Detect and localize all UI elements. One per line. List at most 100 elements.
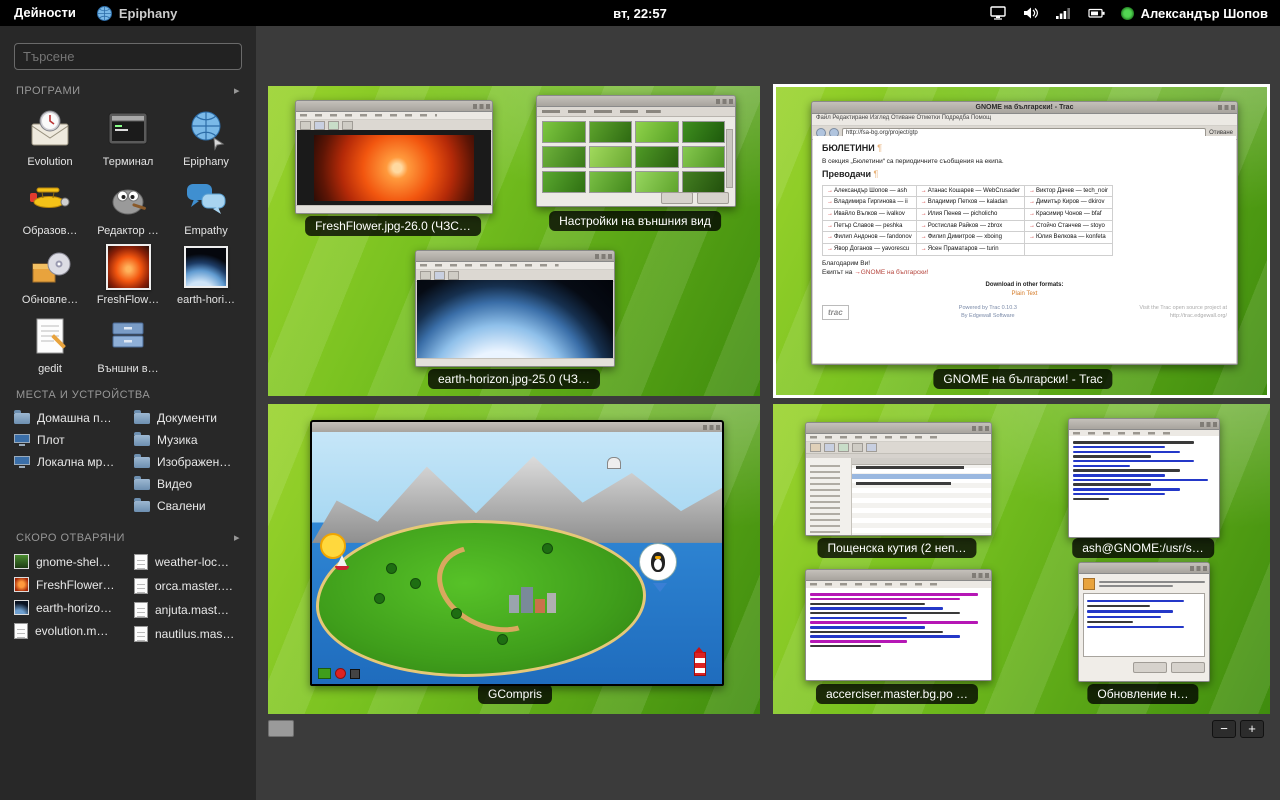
recent-weather-loc[interactable]: weather-loc… (132, 550, 244, 574)
plain-text-link[interactable]: Plain Text (822, 290, 1227, 299)
toolbar-button-icon (342, 121, 353, 130)
gedit-icon (25, 312, 75, 360)
dialog-button[interactable] (1133, 662, 1167, 673)
recent-freshflower[interactable]: FreshFlower… (12, 573, 124, 596)
text-file-icon (134, 602, 148, 618)
place-documents[interactable]: Документи (132, 407, 244, 429)
toolbar-button-icon (852, 443, 863, 452)
app-external-volumes[interactable]: Външни в… (90, 312, 166, 375)
battery-icon[interactable] (1088, 5, 1106, 22)
settings-tabs (537, 107, 735, 117)
control-button-icon[interactable] (350, 669, 360, 679)
folder-pane (806, 458, 852, 535)
place-downloads[interactable]: Свалени (132, 495, 244, 517)
workspace-1[interactable]: FreshFlower.jpg-26.0 (ЧЗС… (268, 86, 760, 396)
recent-label: weather-loc… (155, 555, 229, 569)
window-earth-horizon[interactable] (415, 250, 615, 367)
go-button[interactable]: Отиване (1209, 130, 1233, 136)
workspace-2[interactable]: GNOME на български! - Trac Файл Редактир… (773, 84, 1270, 398)
window-label: Обновление н… (1087, 684, 1198, 704)
visit-link[interactable]: Visit the Trac open source project at ht… (1127, 305, 1227, 321)
toolbar-button-icon (810, 443, 821, 452)
add-workspace-button[interactable]: + (1240, 720, 1264, 738)
place-label: Документи (157, 411, 217, 425)
translator-cell: Виктор Дачев — tech_noir (1025, 185, 1113, 197)
app-earth-horizon-image[interactable]: earth-hori… (168, 243, 244, 306)
control-button-icon[interactable] (318, 668, 331, 679)
place-desktop[interactable]: Плот (12, 429, 124, 451)
window-label: accerciser.master.bg.po … (816, 684, 978, 704)
dialog-buttons (537, 192, 735, 204)
local-network-icon (14, 456, 30, 468)
app-software-update[interactable]: Обновле… (12, 243, 88, 306)
recent-earth-horizon[interactable]: earth-horizo… (12, 596, 124, 619)
workspace-4[interactable]: Пощенска кутия (2 неп… ash@GNOME:/usr/s… (773, 404, 1270, 714)
search-input[interactable] (14, 43, 242, 70)
place-music[interactable]: Музика (132, 429, 244, 451)
recent-gnome-shell[interactable]: gnome-shel… (12, 550, 124, 573)
updates-list[interactable] (1083, 593, 1205, 657)
place-videos[interactable]: Видео (132, 473, 244, 495)
music-folder-icon (134, 435, 150, 446)
window-po-editor[interactable] (805, 569, 992, 681)
empathy-icon (181, 174, 231, 222)
recent-expander-icon[interactable]: ▸ (234, 531, 240, 544)
network-signal-icon[interactable] (1055, 5, 1073, 22)
workspace-3[interactable]: GCompris (268, 404, 760, 714)
page-footer: trac Powered by Trac 0.10.3 By Edgewall … (822, 305, 1227, 321)
tux-badge[interactable] (639, 543, 677, 581)
place-local-network[interactable]: Локална мр… (12, 451, 124, 473)
epiphany-app-icon (96, 5, 113, 22)
app-evolution[interactable]: Evolution (12, 105, 88, 168)
window-gcompris[interactable] (310, 420, 724, 686)
place-pictures[interactable]: Изображен… (132, 451, 244, 473)
focused-app-menu[interactable]: Epiphany (96, 5, 178, 22)
dialog-button[interactable] (661, 192, 693, 204)
window-menubar (806, 434, 991, 442)
window-appearance-settings[interactable] (536, 95, 736, 207)
app-freshflower-image[interactable]: FreshFlow… (90, 243, 166, 306)
toolbar-button-icon (448, 271, 459, 280)
places-header-label: МЕСТА И УСТРОЙСТВА (16, 389, 150, 401)
image-file-icon (14, 554, 29, 569)
app-terminal[interactable]: Терминал (90, 105, 166, 168)
home-folder-icon (14, 413, 30, 424)
window-freshflower[interactable] (295, 100, 493, 214)
app-label: FreshFlow… (97, 294, 159, 306)
recent-nautilus-master[interactable]: nautilus.mas… (132, 622, 244, 646)
sailboat-graphic (337, 555, 347, 566)
remove-workspace-button[interactable]: − (1212, 720, 1236, 738)
clock[interactable]: вт, 22:57 (613, 6, 667, 21)
scrollbar[interactable] (726, 129, 733, 188)
app-gcompris[interactable]: Образов… (12, 174, 88, 237)
volume-icon[interactable] (1022, 5, 1040, 22)
window-trac-browser[interactable]: GNOME на български! - Trac Файл Редактир… (811, 101, 1238, 365)
gnome-bg-link[interactable]: GNOME на български! (854, 269, 928, 276)
window-update-manager[interactable] (1078, 562, 1210, 682)
window-titlebar (296, 101, 492, 112)
app-gedit[interactable]: gedit (12, 312, 88, 375)
app-epiphany[interactable]: Epiphany (168, 105, 244, 168)
control-button-icon[interactable] (335, 668, 346, 679)
app-empathy[interactable]: Empathy (168, 174, 244, 237)
recent-evolution[interactable]: evolution.m… (12, 619, 124, 643)
window-terminal[interactable] (1068, 418, 1220, 538)
external-volumes-icon (103, 312, 153, 360)
user-menu[interactable]: Александър Шопов (1121, 6, 1268, 21)
programs-expander-icon[interactable]: ▸ (234, 84, 240, 97)
app-gimp[interactable]: Редактор … (90, 174, 166, 237)
desktop-icon (14, 434, 30, 446)
workspace-switcher-thumb[interactable] (268, 720, 294, 737)
dialog-button[interactable] (697, 192, 729, 204)
places-section-header: МЕСТА И УСТРОЙСТВА (16, 389, 240, 401)
activities-button[interactable]: Дейности (0, 0, 90, 26)
place-home[interactable]: Домашна п… (12, 407, 124, 429)
window-evolution-mail[interactable] (805, 422, 992, 536)
translator-cell: Стойчо Станчев — stoyo (1025, 220, 1113, 232)
display-icon[interactable] (989, 5, 1007, 22)
dialog-button[interactable] (1171, 662, 1205, 673)
recent-anjuta-master[interactable]: anjuta.mast… (132, 598, 244, 622)
recent-orca-master[interactable]: orca.master.… (132, 574, 244, 598)
app-label: Редактор … (97, 225, 158, 237)
window-menubar (296, 112, 492, 120)
